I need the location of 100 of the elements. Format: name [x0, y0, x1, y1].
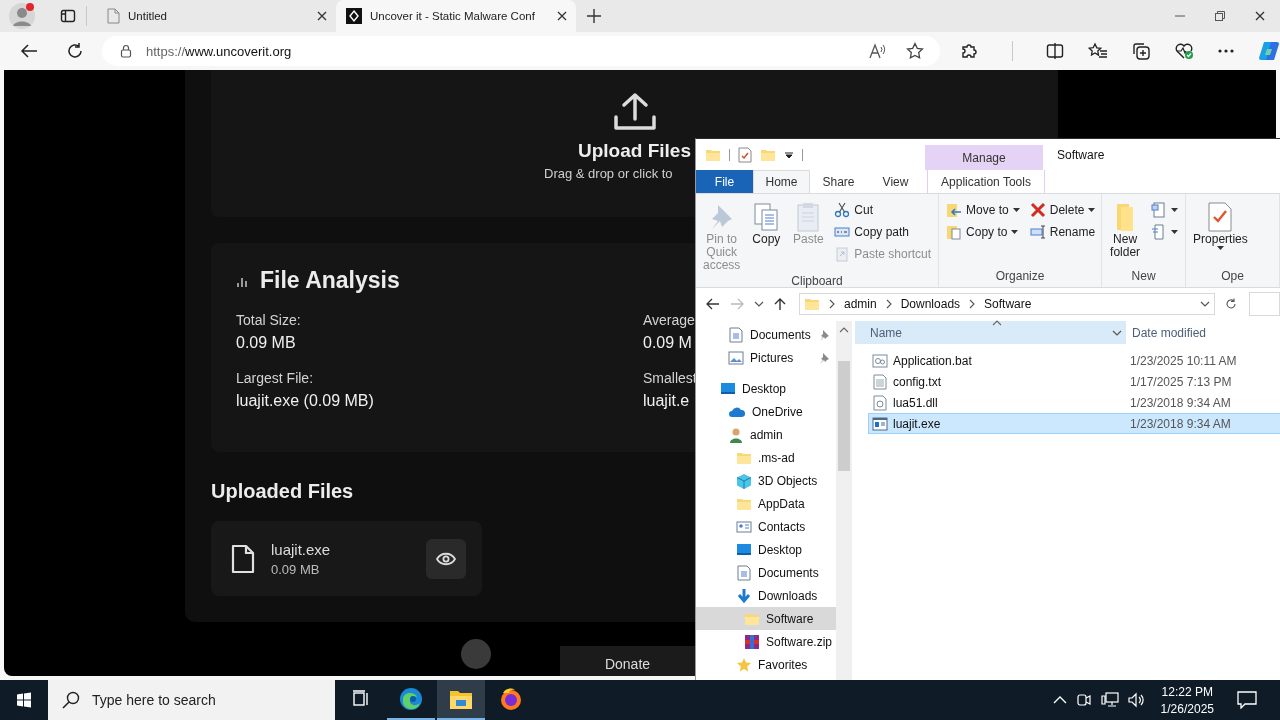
column-header[interactable]: Name — [855, 321, 1126, 344]
ribbon-button[interactable]: New folder — [1106, 199, 1145, 269]
ribbon-tab[interactable]: Share — [810, 170, 867, 193]
ribbon-button[interactable]: Rename — [1026, 221, 1099, 243]
dropdown-icon[interactable] — [1200, 301, 1211, 307]
extensions-icon[interactable] — [960, 42, 978, 60]
back-icon[interactable] — [20, 43, 38, 59]
taskbar-button[interactable] — [437, 680, 485, 720]
scroll-thumb[interactable] — [838, 361, 850, 471]
address-bar[interactable]: https://www.uncoverit.org — [102, 36, 940, 66]
copy-to-icon — [946, 224, 963, 240]
breadcrumb[interactable]: Software — [984, 297, 1032, 311]
rename-icon — [1029, 224, 1046, 240]
profile-icon[interactable] — [8, 2, 36, 30]
nav-item[interactable]: Desktop — [696, 538, 836, 561]
ribbon-tab[interactable]: File — [696, 170, 753, 193]
ribbon-tab[interactable]: View — [867, 170, 924, 193]
search-field[interactable] — [1249, 292, 1280, 316]
browser-tab[interactable]: Untitled — [96, 0, 336, 32]
clock-date[interactable]: 1/26/2025 — [1160, 701, 1214, 716]
scrollbar[interactable] — [836, 321, 852, 680]
refresh-icon[interactable] — [1225, 298, 1238, 310]
ribbon-tab[interactable]: Home — [753, 170, 810, 193]
column-header[interactable]: Date modified — [1126, 321, 1276, 344]
site-favicon-icon — [346, 8, 362, 24]
back-icon[interactable] — [706, 298, 720, 310]
caret-icon — [1216, 246, 1224, 250]
file-row[interactable]: config.txt 1/17/2025 7:13 PM — [868, 371, 1280, 392]
nav-item[interactable]: Documents — [696, 561, 836, 584]
scissors-icon — [834, 202, 851, 218]
chevron-icon[interactable] — [829, 299, 835, 309]
shortcut-icon — [834, 246, 851, 262]
copilot-icon[interactable] — [1258, 40, 1280, 62]
heart-check-icon[interactable] — [1174, 42, 1194, 60]
file-name: Application.bat — [893, 353, 972, 368]
nav-item[interactable]: Pictures — [696, 346, 836, 369]
ribbon-tab[interactable]: Application Tools — [927, 170, 1045, 193]
nav-item[interactable]: Downloads — [696, 584, 836, 607]
close-icon[interactable] — [556, 10, 568, 22]
fox-browser-icon — [499, 687, 523, 711]
refresh-icon[interactable] — [66, 42, 84, 60]
collections-icon[interactable] — [1132, 42, 1150, 60]
nav-item[interactable]: .ms-ad — [696, 446, 836, 469]
new-tab-icon[interactable] — [586, 8, 602, 24]
split-screen-icon[interactable] — [1046, 42, 1064, 60]
recent-caret-icon[interactable] — [754, 301, 764, 307]
chevron-up-icon[interactable] — [1052, 695, 1067, 705]
folder-icon — [804, 296, 820, 312]
nav-item[interactable]: Contacts — [696, 515, 836, 538]
read-aloud-icon[interactable] — [868, 43, 886, 59]
nav-item[interactable]: Software — [696, 607, 836, 630]
favorite-star-icon[interactable] — [906, 42, 924, 60]
camera-icon[interactable] — [1075, 692, 1092, 708]
group-label: New — [1130, 269, 1157, 285]
breadcrumb[interactable]: Downloads — [900, 297, 961, 311]
donate-button[interactable]: Donate — [560, 646, 695, 676]
file-name: config.txt — [893, 374, 942, 389]
pin-icon — [818, 351, 830, 364]
task-view-icon — [352, 690, 370, 708]
nav-item[interactable]: Software.zip — [696, 630, 836, 653]
favorites-icon[interactable] — [1088, 42, 1108, 60]
nav-item[interactable]: Desktop — [696, 377, 836, 400]
up-icon[interactable] — [774, 297, 786, 311]
file-row[interactable]: lua51.dll 1/23/2018 9:34 AM — [868, 392, 1280, 413]
nav-item[interactable]: admin — [696, 423, 836, 446]
dropdown-icon[interactable] — [784, 149, 794, 160]
volume-icon[interactable] — [1127, 692, 1146, 708]
caret-icon — [1012, 208, 1020, 212]
network-icon[interactable] — [1100, 692, 1119, 708]
dropdown-icon[interactable] — [1112, 329, 1122, 336]
zip-icon — [744, 633, 760, 650]
properties-icon[interactable] — [738, 146, 752, 163]
chevron-icon[interactable] — [969, 299, 976, 309]
ribbon-button[interactable]: Copy path — [831, 221, 935, 243]
more-icon[interactable] — [1218, 49, 1234, 53]
notification-icon[interactable] — [1237, 691, 1257, 709]
chevron-icon[interactable] — [885, 299, 892, 309]
nav-item[interactable]: OneDrive — [696, 400, 836, 423]
nav-item[interactable]: Documents — [696, 323, 836, 346]
browser-tab[interactable]: Uncover it - Static Malware Conf — [336, 0, 576, 32]
file-row[interactable]: Application.bat 1/23/2025 10:11 AM — [868, 350, 1280, 371]
ribbon-button[interactable]: Properties — [1190, 199, 1251, 269]
file-row[interactable]: luajit.exe 1/23/2018 9:34 AM — [868, 413, 1280, 434]
nav-item[interactable]: AppData — [696, 492, 836, 515]
breadcrumb[interactable]: admin — [844, 297, 877, 311]
start-icon[interactable] — [16, 692, 32, 708]
address-field[interactable]: admin Downloads Software — [799, 293, 1216, 315]
view-button[interactable] — [426, 538, 466, 579]
clock-time[interactable]: 12:22 PM — [1161, 684, 1213, 699]
restore-icon[interactable] — [1214, 10, 1226, 22]
close-icon[interactable] — [316, 10, 328, 22]
close-icon[interactable] — [1254, 10, 1266, 22]
nav-item[interactable]: Favorites — [696, 653, 836, 676]
tab-actions-icon[interactable] — [60, 8, 76, 24]
file-name: lua51.dll — [893, 395, 938, 410]
move-icon — [946, 202, 963, 218]
lock-icon[interactable] — [120, 44, 132, 58]
ribbon-button[interactable]: Copy to — [943, 221, 1023, 243]
nav-item[interactable]: 3D Objects — [696, 469, 836, 492]
scroll-up-icon[interactable] — [839, 327, 849, 333]
